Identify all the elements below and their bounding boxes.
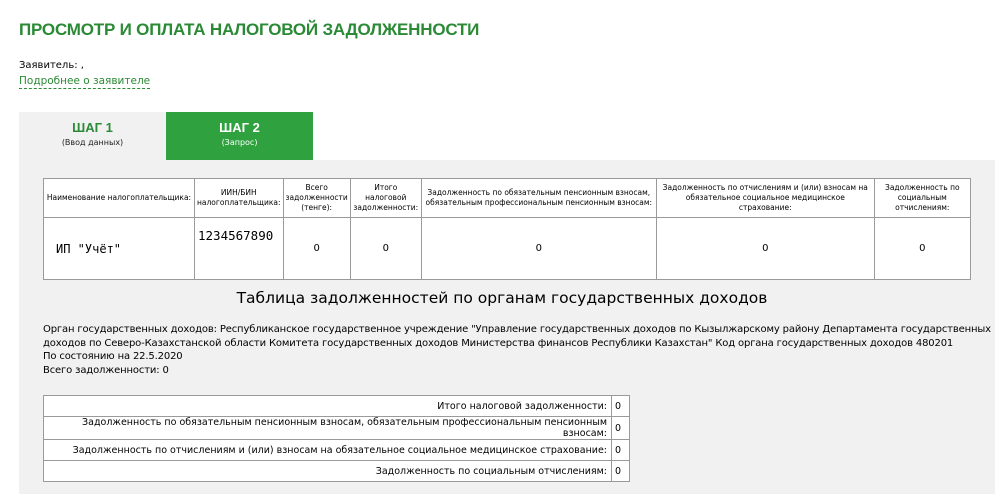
col-header-tax-debt: Итого налоговой задолженности: [349, 178, 422, 218]
summary-label: Итого налоговой задолженности: [43, 395, 612, 417]
as-of-date: По состоянию на 22.5.2020 [43, 351, 183, 362]
applicant-label: Заявитель: , [19, 60, 84, 71]
page-title: ПРОСМОТР И ОПЛАТА НАЛОГОВОЙ ЗАДОЛЖЕННОСТ… [19, 20, 480, 39]
pension-debt-cell: 0 [420, 217, 657, 280]
summary-value: 0 [611, 460, 630, 482]
medical-debt-cell: 0 [655, 217, 875, 280]
summary-value: 0 [611, 395, 630, 417]
section-title: Таблица задолженностей по органам госуда… [236, 289, 768, 307]
step-1-subtitle: (Ввод данных) [61, 138, 124, 147]
col-header-taxpayer-name: Наименование налогоплательщика: [43, 178, 195, 218]
summary-value: 0 [611, 416, 630, 440]
summary-label: Задолженность по социальным отчислениям: [43, 460, 612, 482]
summary-label: Задолженность по обязательным пенсионным… [43, 416, 612, 440]
step-1-tab[interactable]: ШАГ 1 (Ввод данных) [19, 112, 166, 160]
total-debt-text: Всего задолженности: 0 [43, 364, 169, 376]
col-header-social-debt: Задолженность по социальным отчислениям: [873, 178, 971, 218]
total-debt-cell: 0 [282, 217, 351, 280]
table-row: Итого налоговой задолженности: 0 [43, 395, 630, 417]
org-info: Орган государственных доходов: Республик… [43, 323, 991, 377]
table-row: ИП "Учёт" 1234567890 0 0 0 0 0 [43, 217, 971, 280]
iin-cell: 1234567890 [194, 217, 284, 280]
col-header-pension-debt: Задолженность по обязательным пенсионным… [420, 178, 657, 218]
tax-debt-cell: 0 [349, 217, 422, 280]
social-debt-cell: 0 [873, 217, 971, 280]
org-line-2: доходов по Северо-Казахстанской области … [43, 337, 954, 349]
step-2-tab[interactable]: ШАГ 2 (Запрос) [165, 112, 314, 173]
taxpayer-debt-table: Наименование налогоплательщика: ИИН/БИН … [43, 178, 971, 280]
table-row: Задолженность по социальным отчислениям:… [43, 460, 630, 482]
step-1-title: ШАГ 1 [72, 120, 113, 135]
col-header-iin-bin: ИИН/БИН налогоплательщика: [194, 178, 284, 218]
applicant-details-link[interactable]: Подробнее о заявителе [19, 74, 151, 89]
col-header-medical-debt: Задолженность по отчислениям и (или) взн… [655, 178, 875, 218]
table-row: Задолженность по обязательным пенсионным… [43, 416, 630, 440]
org-line-1: Орган государственных доходов: Республик… [43, 324, 991, 335]
col-header-total-debt: Всего задолженности (тенге): [282, 178, 351, 218]
step-2-title: ШАГ 2 [219, 120, 260, 135]
step-2-subtitle: (Запрос) [221, 138, 258, 147]
summary-value: 0 [611, 439, 630, 461]
step-tabs: ШАГ 1 (Ввод данных) ШАГ 2 (Запрос) [19, 112, 314, 173]
taxpayer-name-cell: ИП "Учёт" [43, 217, 195, 280]
summary-label: Задолженность по отчислениям и (или) взн… [43, 439, 612, 461]
table-row: Задолженность по отчислениям и (или) взн… [43, 439, 630, 461]
table-header-row: Наименование налогоплательщика: ИИН/БИН … [43, 178, 971, 218]
summary-table: Итого налоговой задолженности: 0 Задолже… [43, 395, 630, 482]
